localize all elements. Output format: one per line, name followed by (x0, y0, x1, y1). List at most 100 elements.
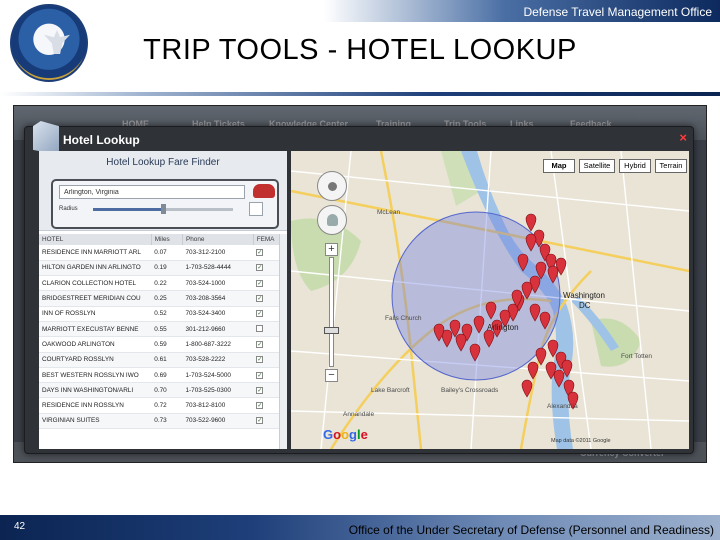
miles-cell: 0.69 (151, 367, 183, 384)
page-number: 42 (14, 521, 26, 532)
column-header-miles[interactable]: Miles (151, 234, 183, 245)
hotel-name-cell: VIRGINIAN SUITES (39, 413, 152, 430)
table-row[interactable]: INN OF ROSSLYN 0.52 703-524-3400 ✓ (39, 306, 287, 322)
office-name: Office of the Under Secretary of Defense… (348, 523, 714, 537)
table-scrollbar[interactable] (279, 234, 287, 449)
map-label-alexandria: Alexandria (547, 403, 578, 410)
radius-label: Radius (59, 206, 78, 212)
google-logo: Google (323, 427, 368, 442)
phone-cell: 703-208-3564 (182, 290, 254, 307)
fema-checkbox[interactable]: ✓ (256, 295, 264, 303)
column-header-phone[interactable]: Phone (182, 234, 254, 245)
hotel-marker-icon[interactable] (527, 361, 539, 380)
table-row[interactable]: BRIDGESTREET MERIDIAN COU 0.25 703-208-356… (39, 290, 287, 307)
miles-cell: 0.22 (151, 275, 183, 292)
table-header-row: HOTEL Miles Phone FEMA (39, 234, 288, 245)
hotel-name-cell: OAKWOOD ARLINGTON (39, 336, 152, 353)
zoom-slider-handle[interactable] (324, 327, 339, 334)
close-icon[interactable]: × (679, 130, 687, 145)
phone-cell: 703-524-1000 (182, 275, 254, 292)
hotel-table: HOTEL Miles Phone FEMA RESIDENCE INN MAR… (39, 234, 288, 430)
hotel-name-cell: COURTYARD ROSSLYN (39, 352, 152, 368)
window-title: Hotel Lookup (63, 133, 140, 147)
header-divider (0, 92, 720, 96)
fema-checkbox[interactable]: ✓ (256, 264, 264, 272)
hotel-name-cell: INN OF ROSSLYN (39, 306, 152, 322)
lookup-panel: Hotel Lookup Fare Finder Radius HOTEL (39, 151, 288, 449)
radius-slider-fill (93, 208, 163, 211)
map-type-satellite[interactable]: Satellite (579, 159, 615, 173)
miles-cell: 0.72 (151, 397, 183, 414)
hotel-name-cell: DAYS INN WASHINGTON/ARLI (39, 382, 152, 399)
map-label-washington: Washington (563, 291, 605, 300)
zoom-in-button[interactable]: + (325, 243, 338, 256)
fema-checkbox[interactable]: ✓ (256, 371, 264, 379)
miles-cell: 0.52 (151, 306, 183, 322)
hotel-name-cell: MARRIOTT EXECUSTAY BENNE (39, 321, 152, 338)
fema-checkbox[interactable]: ✓ (256, 340, 264, 348)
fema-checkbox[interactable]: ✓ (256, 417, 264, 425)
table-row[interactable]: HILTON GARDEN INN ARLINGTO 0.19 1-703-528-… (39, 260, 287, 277)
map-label-lake-barcroft: Lake Barcroft (371, 387, 410, 394)
fema-checkbox[interactable]: ✓ (256, 279, 264, 287)
table-row[interactable]: DAYS INN WASHINGTON/ARLI 0.70 1-703-525-03… (39, 382, 287, 399)
car-icon[interactable] (253, 184, 275, 198)
radius-slider-handle[interactable] (161, 204, 166, 214)
miles-cell: 0.55 (151, 321, 183, 338)
phone-cell: 1-703-524-5000 (182, 367, 254, 384)
pan-icon (328, 182, 337, 191)
fare-finder-title: Hotel Lookup Fare Finder (106, 157, 220, 168)
radius-value-box[interactable] (249, 202, 263, 216)
miles-cell: 0.59 (151, 336, 183, 353)
slide-title: TRIP TOOLS - HOTEL LOOKUP (143, 34, 577, 66)
fema-checkbox[interactable]: ✓ (256, 310, 264, 318)
hotel-name-cell: BRIDGESTREET MERIDIAN COU (39, 290, 152, 307)
table-row[interactable]: MARRIOTT EXECUSTAY BENNE 0.55 301-212-9660 (39, 321, 287, 338)
zoom-out-button[interactable]: − (325, 369, 338, 382)
location-search-box: Radius (51, 179, 279, 229)
table-row[interactable]: OAKWOOD ARLINGTON 0.59 1-800-687-3222 ✓ (39, 336, 287, 353)
hotel-name-cell: HILTON GARDEN INN ARLINGTO (39, 260, 152, 277)
column-header-hotel[interactable]: HOTEL (39, 234, 152, 245)
hotel-name-cell: BEST WESTERN ROSSLYN IWO (39, 367, 152, 384)
map-label-falls-church: Falls Church (385, 315, 422, 322)
map-canvas[interactable] (291, 151, 689, 449)
zoom-slider-track[interactable] (329, 257, 334, 367)
map-label-annandale: Annandale (343, 411, 375, 418)
fare-finder: Hotel Lookup Fare Finder Radius (39, 151, 287, 231)
location-input[interactable] (59, 185, 245, 199)
fema-checkbox[interactable]: ✓ (256, 248, 264, 256)
miles-cell: 0.25 (151, 290, 183, 307)
miles-cell: 0.61 (151, 352, 183, 368)
table-row[interactable]: BEST WESTERN ROSSLYN IWO 0.69 1-703-524-50… (39, 367, 287, 384)
phone-cell: 1-800-687-3222 (182, 336, 254, 353)
map-type-terrain[interactable]: Terrain (655, 159, 687, 173)
hotel-marker-icon[interactable] (525, 213, 537, 232)
table-row[interactable]: RESIDENCE INN ROSSLYN 0.72 703-812-8100 ✓ (39, 397, 287, 414)
fema-checkbox[interactable]: ✓ (256, 402, 264, 410)
fema-checkbox[interactable]: ✓ (256, 356, 264, 364)
slide-footer: 42 Office of the Under Secretary of Defe… (0, 515, 720, 540)
table-row[interactable]: RESIDENCE INN MARRIOTT ARL 0.07 703-312-21… (39, 245, 287, 261)
map-type-hybrid[interactable]: Hybrid (619, 159, 651, 173)
map-label-fort-totten: Fort Totten (621, 353, 652, 360)
map-attribution: Map data ©2011 Google (551, 438, 611, 444)
fema-checkbox[interactable] (256, 324, 264, 332)
phone-cell: 703-522-9600 (182, 413, 254, 430)
phone-cell: 703-524-3400 (182, 306, 254, 322)
fema-checkbox[interactable]: ✓ (256, 386, 264, 394)
street-view-control[interactable] (317, 205, 347, 235)
table-row[interactable]: VIRGINIAN SUITES 0.73 703-522-9600 ✓ (39, 413, 287, 430)
radius-slider[interactable] (93, 204, 233, 214)
map-label-dc: DC (579, 301, 591, 310)
miles-cell: 0.19 (151, 260, 183, 277)
table-row[interactable]: CLARION COLLECTION HOTEL 0.22 703-524-1000… (39, 275, 287, 292)
map-label-mclean: McLean (377, 209, 401, 216)
map-type-map[interactable]: Map (543, 159, 575, 173)
hotel-name-cell: CLARION COLLECTION HOTEL (39, 275, 152, 292)
pan-control[interactable] (317, 171, 347, 201)
pegman-icon (327, 214, 338, 226)
table-row[interactable]: COURTYARD ROSSLYN 0.61 703-528-2222 ✓ (39, 352, 287, 368)
hotel-map[interactable]: Map Satellite Hybrid Terrain + − Arlingt… (291, 151, 689, 449)
map-label-baileys-crossroads: Bailey's Crossroads (441, 387, 499, 394)
